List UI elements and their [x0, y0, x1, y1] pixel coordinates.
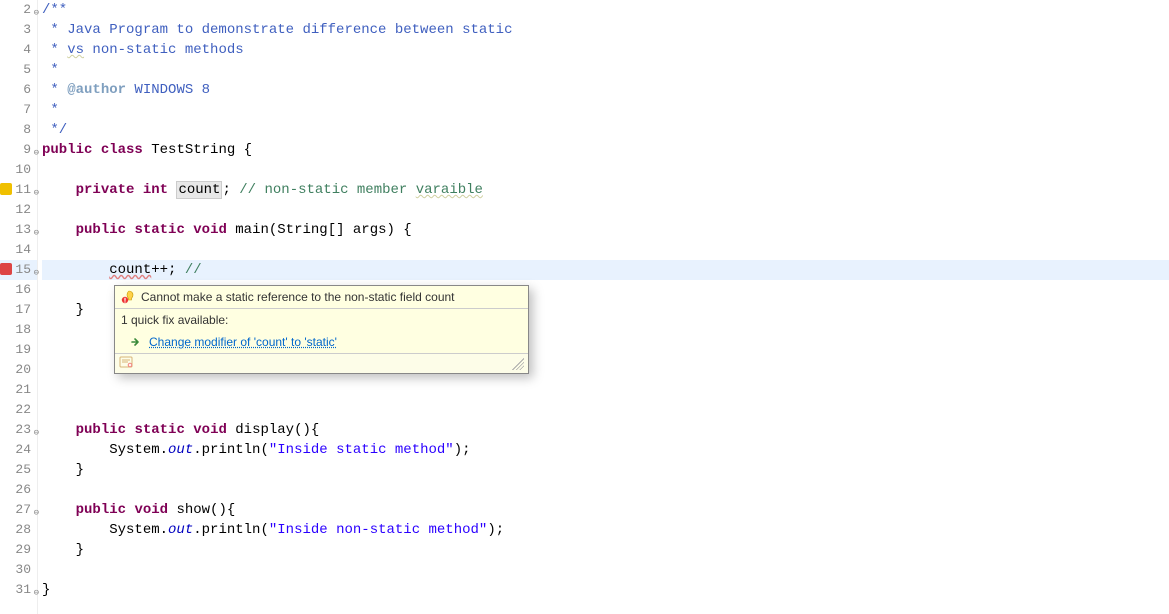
line-number[interactable]: 28 — [0, 520, 37, 540]
code-line[interactable] — [42, 160, 1169, 180]
line-number[interactable]: 2⊖ — [0, 0, 37, 20]
line-number[interactable]: 4 — [0, 40, 37, 60]
tooltip-error-text: Cannot make a static reference to the no… — [141, 290, 455, 304]
code-line[interactable] — [42, 200, 1169, 220]
code-line[interactable]: */ — [42, 120, 1169, 140]
error-hover-tooltip: Cannot make a static reference to the no… — [114, 285, 529, 374]
quickfix-link[interactable]: Change modifier of 'count' to 'static' — [149, 335, 337, 349]
line-number[interactable]: 31⊖ — [0, 580, 37, 600]
code-line[interactable] — [42, 480, 1169, 500]
line-number[interactable]: 21 — [0, 380, 37, 400]
line-number[interactable]: 17 — [0, 300, 37, 320]
code-line[interactable]: /** — [42, 0, 1169, 20]
code-line[interactable]: private int count; // non-static member … — [42, 180, 1169, 200]
line-number[interactable]: 7 — [0, 100, 37, 120]
line-number[interactable]: 18 — [0, 320, 37, 340]
line-number[interactable]: 29 — [0, 540, 37, 560]
code-line[interactable]: System.out.println("Inside static method… — [42, 440, 1169, 460]
line-number[interactable]: 30 — [0, 560, 37, 580]
line-number[interactable]: 27⊖ — [0, 500, 37, 520]
quickfix-count-label: 1 quick fix available: — [121, 313, 228, 327]
code-line[interactable]: * @author WINDOWS 8 — [42, 80, 1169, 100]
code-line[interactable] — [42, 400, 1169, 420]
warning-marker-icon[interactable] — [0, 183, 12, 195]
tooltip-resize-handle[interactable] — [512, 358, 524, 370]
code-line[interactable]: } — [42, 460, 1169, 480]
code-line[interactable]: public static void display(){ — [42, 420, 1169, 440]
line-number[interactable]: 14 — [0, 240, 37, 260]
line-number[interactable]: 22 — [0, 400, 37, 420]
line-number[interactable]: 10 — [0, 160, 37, 180]
line-number[interactable]: 20 — [0, 360, 37, 380]
line-number[interactable]: 16 — [0, 280, 37, 300]
code-line[interactable]: public class TestString { — [42, 140, 1169, 160]
line-number[interactable]: 6 — [0, 80, 37, 100]
quickfix-arrow-icon — [129, 335, 143, 349]
line-number-gutter[interactable]: 2⊖3456789⊖1011⊖1213⊖1415⊖161718192021222… — [0, 0, 38, 614]
line-number[interactable]: 11⊖ — [0, 180, 37, 200]
code-line[interactable]: count++; // — [42, 260, 1169, 280]
code-line[interactable] — [42, 560, 1169, 580]
line-number[interactable]: 13⊖ — [0, 220, 37, 240]
tooltip-error-row: Cannot make a static reference to the no… — [115, 286, 528, 308]
code-line[interactable]: * — [42, 60, 1169, 80]
lightbulb-error-icon — [121, 290, 135, 304]
line-number[interactable]: 12 — [0, 200, 37, 220]
line-number[interactable]: 25 — [0, 460, 37, 480]
code-line[interactable]: } — [42, 580, 1169, 600]
line-number[interactable]: 19 — [0, 340, 37, 360]
code-line[interactable] — [42, 380, 1169, 400]
line-number[interactable]: 5 — [0, 60, 37, 80]
code-line[interactable]: * — [42, 100, 1169, 120]
code-line[interactable]: public static void main(String[] args) { — [42, 220, 1169, 240]
code-line[interactable]: * vs non-static methods — [42, 40, 1169, 60]
line-number[interactable]: 26 — [0, 480, 37, 500]
tooltip-quickfix-row: Change modifier of 'count' to 'static' — [115, 331, 528, 353]
code-line[interactable]: System.out.println("Inside non-static me… — [42, 520, 1169, 540]
line-number[interactable]: 8 — [0, 120, 37, 140]
line-number[interactable]: 23⊖ — [0, 420, 37, 440]
code-line[interactable] — [42, 240, 1169, 260]
code-line[interactable]: } — [42, 540, 1169, 560]
tooltip-quickfix-header: 1 quick fix available: — [115, 308, 528, 331]
line-number[interactable]: 3 — [0, 20, 37, 40]
tooltip-footer-icon — [119, 356, 133, 371]
code-line[interactable]: public void show(){ — [42, 500, 1169, 520]
line-number[interactable]: 9⊖ — [0, 140, 37, 160]
code-line[interactable]: * Java Program to demonstrate difference… — [42, 20, 1169, 40]
line-number[interactable]: 15⊖ — [0, 260, 37, 280]
tooltip-footer — [115, 353, 528, 373]
error-marker-icon[interactable] — [0, 263, 12, 275]
fold-marker-icon[interactable]: ⊖ — [34, 583, 39, 603]
line-number[interactable]: 24 — [0, 440, 37, 460]
